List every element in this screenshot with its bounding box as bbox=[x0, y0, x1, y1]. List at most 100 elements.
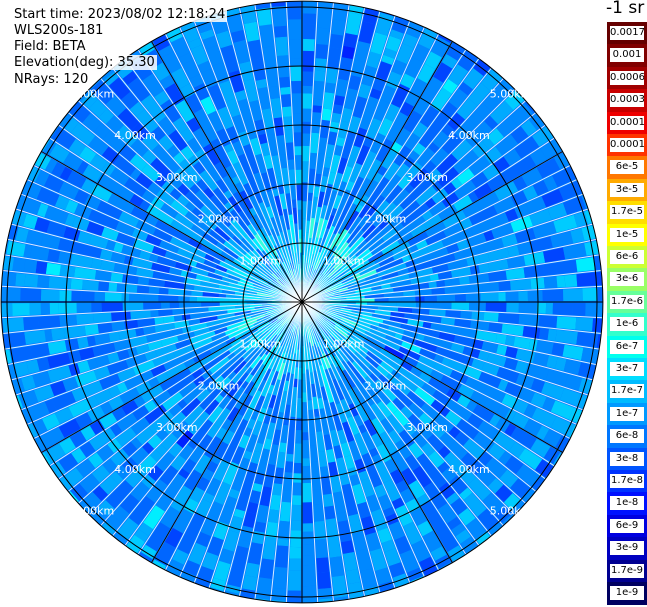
colorbar-title: -1 sr bbox=[606, 0, 645, 18]
colorbar-tick-label: 1e-6 bbox=[610, 317, 644, 332]
ray-gate bbox=[547, 329, 557, 342]
ray-gate bbox=[505, 335, 516, 347]
ray-gate bbox=[527, 290, 543, 302]
ray-gate bbox=[144, 294, 159, 302]
ray-gate bbox=[308, 184, 314, 193]
ray-gate bbox=[303, 38, 315, 52]
colorbar-tick-label: 0.0003 bbox=[610, 93, 644, 108]
ray-gate bbox=[284, 129, 293, 143]
ray-gate bbox=[35, 261, 48, 274]
ray-gate bbox=[49, 303, 59, 315]
ray-gate bbox=[37, 275, 50, 288]
range-label: 5.00km bbox=[490, 505, 532, 518]
ray-gate bbox=[40, 303, 50, 315]
ray-gate bbox=[518, 302, 537, 314]
ray-gate bbox=[303, 544, 315, 556]
ray-gate bbox=[272, 483, 283, 496]
ray-gate bbox=[94, 292, 105, 302]
ray-gate bbox=[15, 273, 26, 287]
ray-gate bbox=[302, 161, 309, 183]
ray-gate bbox=[291, 80, 302, 94]
ray-gate bbox=[506, 302, 519, 313]
range-label: 2.00km bbox=[198, 379, 240, 392]
ray-gate bbox=[505, 291, 519, 302]
ray-gate bbox=[291, 520, 302, 531]
ray-gate bbox=[59, 290, 72, 302]
ray-gate bbox=[563, 288, 583, 301]
ray-gate bbox=[312, 105, 322, 113]
ray-gate bbox=[436, 294, 456, 302]
ray-gate bbox=[317, 7, 332, 29]
colorbar-tick-label: 0.00017 bbox=[610, 115, 644, 130]
colorbar-tick-label: 1e-8 bbox=[610, 496, 644, 511]
colorbar-tick-label: 1.7e-8 bbox=[610, 474, 644, 488]
range-label: 4.00km bbox=[114, 129, 156, 142]
ray-gate bbox=[242, 575, 258, 591]
ray-gate bbox=[302, 85, 313, 94]
ray-gate bbox=[436, 280, 446, 288]
range-label: 5.00km bbox=[490, 87, 532, 100]
ray-gate bbox=[285, 453, 294, 462]
ray-gate bbox=[287, 159, 295, 170]
ray-gate bbox=[302, 71, 314, 87]
ray-gate bbox=[313, 503, 325, 522]
ray-gate bbox=[290, 530, 302, 548]
range-label: 1.00km bbox=[323, 338, 365, 351]
ray-gate bbox=[576, 272, 598, 287]
ray-gate bbox=[48, 276, 72, 289]
range-label: 2.00km bbox=[365, 213, 407, 226]
colorbar-tick-label: 1.7e-6 bbox=[610, 294, 644, 309]
ray-gate bbox=[189, 296, 197, 302]
ray-gate bbox=[592, 318, 603, 333]
ray-gate bbox=[303, 13, 316, 25]
ray-gate bbox=[302, 50, 315, 72]
ray-gate bbox=[77, 337, 89, 349]
ray-gate bbox=[292, 482, 302, 496]
ray-gate bbox=[302, 108, 312, 122]
ray-gate bbox=[93, 312, 112, 323]
ray-gate bbox=[20, 288, 42, 301]
colorbar-tick-label: 3e-5 bbox=[610, 182, 644, 197]
colorbar-tick-label: 6e-7 bbox=[610, 339, 644, 354]
ray-gate bbox=[161, 302, 170, 309]
ray-gate bbox=[465, 284, 475, 293]
ray-gate bbox=[293, 473, 302, 483]
ray-gate bbox=[38, 315, 61, 329]
ray-gate bbox=[315, 44, 328, 59]
ray-gate bbox=[315, 58, 327, 72]
colorbar-tick-label: 6e-6 bbox=[610, 250, 644, 264]
ray-gate bbox=[322, 484, 332, 495]
ray-gate bbox=[485, 302, 507, 312]
range-label: 3.00km bbox=[406, 171, 448, 184]
colorbar-tick-label: 3e-9 bbox=[610, 541, 644, 556]
range-label: 1.00km bbox=[240, 254, 282, 267]
ray-gate bbox=[302, 145, 310, 162]
ray-gate bbox=[288, 19, 301, 40]
ray-gate bbox=[294, 155, 302, 170]
ray-gate bbox=[2, 317, 25, 333]
ray-gate bbox=[158, 295, 179, 302]
field-text: Field: BETA bbox=[12, 39, 88, 54]
range-label: 5.00km bbox=[73, 87, 115, 100]
ray-gate bbox=[40, 289, 60, 301]
ray-gate bbox=[1, 271, 17, 286]
ppi-plot: 1.00km 1.00km 1.00km 1.00km 2.00km 2.00km 2.00… bbox=[0, 0, 604, 604]
ray-gate bbox=[324, 82, 336, 94]
ray-gate bbox=[279, 501, 291, 522]
ray-gate bbox=[81, 291, 95, 302]
ray-gate bbox=[273, 566, 287, 589]
range-label: 1.00km bbox=[323, 254, 365, 267]
ray-gate bbox=[45, 262, 61, 276]
ray-gate bbox=[543, 262, 558, 276]
ray-gate bbox=[316, 557, 330, 573]
ray-gate bbox=[289, 546, 301, 559]
colorbar-tick-label: 0.0017 bbox=[610, 26, 644, 40]
ray-gate bbox=[303, 555, 315, 566]
ray-gate bbox=[308, 409, 314, 419]
ray-gate bbox=[295, 169, 302, 185]
ray-gate bbox=[326, 68, 338, 84]
ray-gate bbox=[291, 93, 302, 114]
ray-gate bbox=[143, 302, 162, 310]
ray-gate bbox=[23, 259, 38, 273]
ray-gate bbox=[293, 132, 302, 147]
